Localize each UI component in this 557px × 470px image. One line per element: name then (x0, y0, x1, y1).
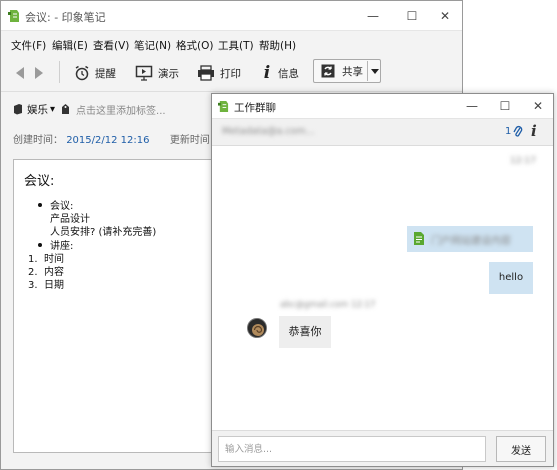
evernote-logo-icon (8, 10, 19, 22)
chat-close-button[interactable]: ✕ (528, 97, 548, 115)
back-arrow-icon[interactable] (16, 67, 24, 79)
info-button[interactable]: i 信息 (261, 62, 299, 84)
text-line: 人员安排? (请补充完善) (50, 227, 157, 239)
evernote-logo-icon (218, 101, 229, 112)
print-button[interactable]: 打印 (197, 62, 241, 84)
share-button[interactable]: 共享 (313, 59, 381, 83)
print-label: 打印 (220, 67, 241, 80)
chat-maximize-button[interactable]: ☐ (495, 97, 515, 115)
chat-members[interactable]: Metadata@a.com... (222, 126, 315, 137)
printer-icon (198, 65, 214, 81)
shared-note-title: 门户网站建设内容 (431, 236, 511, 247)
info-label: 信息 (278, 67, 299, 80)
remind-label: 提醒 (95, 67, 116, 80)
send-button[interactable]: 发送 (496, 436, 546, 462)
presentation-icon (135, 65, 153, 81)
avatar-image (248, 319, 266, 337)
sender-info: abc@gmail.com 12:17 (280, 300, 376, 310)
menu-view[interactable]: 查看(V) (93, 38, 129, 53)
shared-note-bubble[interactable]: 门户网站建设内容 (407, 226, 533, 252)
notebook-name[interactable]: 娱乐 (27, 102, 48, 117)
message-input[interactable] (218, 436, 486, 462)
numbered-item: 1. 时间 (28, 253, 64, 265)
text-line: 产品设计 (50, 214, 90, 226)
note-dates: 创建时间： 2015/2/12 12:16 更新时间： 201 (13, 131, 242, 146)
toolbar-divider (59, 61, 60, 83)
received-message-bubble: 恭喜你 (279, 316, 331, 348)
share-split-divider (367, 61, 368, 81)
work-chat-window: 工作群聊 — ☐ ✕ Metadata@a.com... 1 i 12:17 门… (211, 93, 554, 467)
menu-bar: 文件(F) 编辑(E) 查看(V) 笔记(N) 格式(O) 工具(T) 帮助(H… (1, 35, 462, 55)
toolbar-separator (1, 91, 462, 92)
paperclip-icon[interactable] (513, 125, 523, 139)
info-icon: i (263, 63, 271, 83)
toolbar: 提醒 演示 打印 i 信息 (1, 57, 462, 89)
minimize-button[interactable]: — (363, 7, 383, 25)
chat-minimize-button[interactable]: — (462, 97, 482, 115)
menu-tools[interactable]: 工具(T) (218, 38, 254, 53)
title-bar: 会议: - 印象笔记 — ☐ ✕ (1, 1, 462, 31)
message-list: 12:17 门户网站建设内容 hello abc@gmail.com 12:17… (212, 146, 553, 430)
chat-title: 工作群聊 (234, 102, 276, 114)
present-button[interactable]: 演示 (135, 62, 179, 84)
chat-header: Metadata@a.com... 1 i (212, 118, 553, 146)
note-heading: 会议: (24, 174, 55, 189)
note-meta-row: 娱乐 ▾ 点击这里添加标签... (13, 101, 166, 117)
remind-button[interactable]: 提醒 (74, 62, 116, 84)
maximize-button[interactable]: ☐ (402, 7, 422, 25)
notebook-dropdown-icon[interactable]: ▾ (50, 104, 55, 115)
numbered-item: 3. 日期 (28, 280, 64, 292)
close-button[interactable]: ✕ (435, 7, 455, 25)
chat-compose-bar: 发送 (212, 430, 553, 466)
menu-note[interactable]: 笔记(N) (134, 38, 171, 53)
attachment-count: 1 (505, 126, 512, 137)
menu-file[interactable]: 文件(F) (11, 38, 46, 53)
add-tag-field[interactable]: 点击这里添加标签... (76, 102, 166, 117)
list-item: 讲座: (38, 240, 156, 253)
bullet-icon (38, 203, 42, 207)
note-body: 会议: 产品设计 人员安排? (请补充完善) 讲座: 1. 时间 2. 内容 3. 日… (28, 200, 157, 292)
sent-message-bubble: hello (489, 262, 533, 294)
present-label: 演示 (158, 67, 179, 80)
note-icon (414, 232, 424, 245)
avatar[interactable] (247, 318, 267, 338)
share-label: 共享 (342, 66, 363, 78)
menu-help[interactable]: 帮助(H) (259, 38, 296, 53)
tag-icon (62, 104, 70, 114)
message-timestamp: 12:17 (510, 156, 536, 166)
notebook-icon (14, 104, 22, 115)
created-date[interactable]: 2015/2/12 12:16 (66, 135, 149, 146)
alarm-clock-icon (75, 65, 89, 81)
menu-format[interactable]: 格式(O) (176, 38, 213, 53)
share-icon (321, 64, 335, 78)
numbered-item: 2. 内容 (28, 267, 64, 279)
window-title: 会议: - 印象笔记 (25, 11, 106, 24)
chat-title-bar: 工作群聊 — ☐ ✕ (212, 94, 553, 118)
forward-arrow-icon[interactable] (35, 67, 43, 79)
share-dropdown-icon[interactable] (371, 69, 379, 74)
created-label: 创建时间： (13, 135, 63, 146)
bullet-icon (38, 242, 42, 247)
chat-info-icon[interactable]: i (531, 122, 537, 140)
menu-edit[interactable]: 编辑(E) (52, 38, 88, 53)
list-item: 会议: (38, 200, 156, 213)
